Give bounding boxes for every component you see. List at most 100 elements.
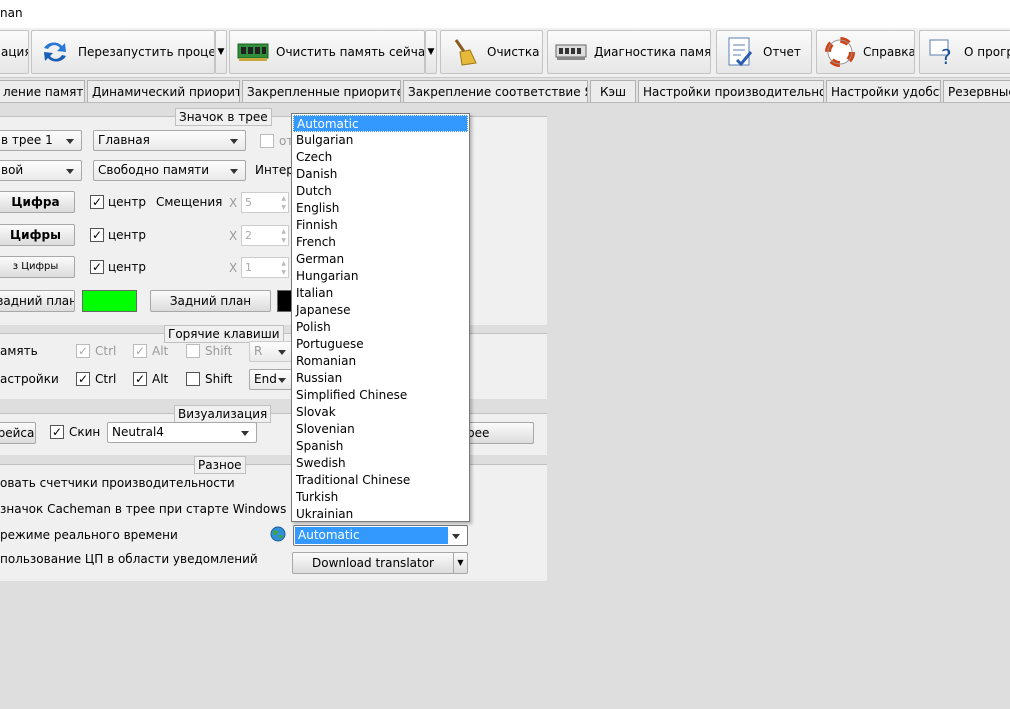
tray-metric-combo[interactable]: Свободно памяти	[93, 160, 246, 181]
language-option[interactable]: Russian	[293, 370, 468, 387]
offset-x-spinner-3[interactable]: 1	[241, 257, 289, 278]
language-option[interactable]: Simplified Chinese	[293, 387, 468, 404]
toolbar: ация Перезапустить процесс ▼ Очистить па…	[0, 28, 1010, 78]
about-button[interactable]: ? О програ	[919, 30, 1010, 74]
help-label: Справка	[863, 45, 915, 59]
language-option[interactable]: Bulgarian	[293, 132, 468, 149]
language-option[interactable]: English	[293, 200, 468, 217]
color-swatch-green[interactable]	[82, 290, 137, 312]
language-option[interactable]: Czech	[293, 149, 468, 166]
language-option[interactable]: Traditional Chinese	[293, 472, 468, 489]
tray-type-combo[interactable]: вой	[0, 160, 82, 181]
hotkey-ctrl-checkbox-2[interactable]: ✓	[76, 372, 90, 386]
background-button-1[interactable]: задний план	[0, 290, 75, 312]
hotkey-key-combo-2[interactable]: End	[249, 369, 294, 390]
color-swatch-black[interactable]	[277, 290, 292, 312]
language-option[interactable]: Hungarian	[293, 268, 468, 285]
tab-label: Настройки удобств	[831, 84, 940, 99]
hotkey-shift-label-1: Shift	[205, 344, 233, 358]
language-option[interactable]: Romanian	[293, 353, 468, 370]
digit-font-button-1[interactable]: Цифра	[0, 191, 75, 213]
download-translator-button[interactable]: Download translator ▼	[292, 552, 468, 574]
window-title: nan	[0, 6, 23, 20]
language-option[interactable]: Slovenian	[293, 421, 468, 438]
tab-label: Закрепление соответствие Ядра	[408, 84, 587, 99]
hotkey-label-memory: амять	[0, 344, 38, 358]
interval-label: Интер	[255, 163, 294, 177]
tab-dynamic-priority[interactable]: Динамический приоритет	[87, 80, 240, 102]
tab-cache[interactable]: Кэш	[590, 80, 636, 102]
tab-performance-settings[interactable]: Настройки производительности	[638, 80, 824, 102]
center-label-1: центр	[108, 195, 147, 209]
misc-option-tray-startup[interactable]: значок Cacheman в трее при старте Window…	[0, 502, 286, 516]
misc-option-cpu-usage[interactable]: пользование ЦП в области уведомлений	[0, 552, 258, 566]
button-label: з Цифры	[12, 261, 59, 272]
hotkey-shift-checkbox-2[interactable]	[186, 372, 200, 386]
hotkey-key-combo-1[interactable]: R	[249, 341, 294, 362]
chevron-down-icon[interactable]: ▼	[453, 553, 467, 573]
help-button[interactable]: Справка	[816, 30, 915, 74]
language-option[interactable]: Swedish	[293, 455, 468, 472]
center-checkbox-3[interactable]: ✓	[90, 260, 104, 274]
language-option[interactable]: Dutch	[293, 183, 468, 200]
cleanup-button[interactable]: Очистка	[440, 30, 543, 74]
lifebuoy-icon	[823, 35, 857, 69]
language-option[interactable]: French	[293, 234, 468, 251]
tab-core-affinity[interactable]: Закрепление соответствие Ядра	[403, 80, 588, 102]
language-option[interactable]: Finnish	[293, 217, 468, 234]
offset-x-spinner-1[interactable]: 5	[241, 192, 289, 213]
combo-value: Automatic	[295, 527, 448, 544]
hotkey-shift-checkbox-1[interactable]	[186, 344, 200, 358]
tray-settings-button[interactable]: рее	[464, 422, 534, 444]
interface-button[interactable]: рейса	[0, 422, 36, 444]
language-option[interactable]: Automatic	[293, 115, 468, 132]
clean-memory-now-button[interactable]: Очистить память сейчас!	[229, 30, 425, 74]
spinner-value: 2	[245, 229, 252, 242]
language-combo[interactable]: Automatic	[293, 525, 468, 546]
center-checkbox-2[interactable]: ✓	[90, 228, 104, 242]
tab-label: ление памятью	[3, 84, 84, 99]
offset-x-spinner-2[interactable]: 2	[241, 225, 289, 246]
tab-memory-management[interactable]: ление памятью	[0, 80, 85, 102]
tray-view-combo[interactable]: Главная	[93, 130, 246, 151]
language-option[interactable]: Spanish	[293, 438, 468, 455]
restart-process-button[interactable]: Перезапустить процесс	[31, 30, 215, 74]
tray-icon-combo[interactable]: в трее 1	[0, 130, 82, 151]
hotkey-label-settings: астройки	[0, 372, 59, 386]
hotkey-alt-checkbox-1[interactable]: ✓	[133, 344, 147, 358]
tab-convenience-settings[interactable]: Настройки удобств	[826, 80, 941, 102]
language-option[interactable]: Slovak	[293, 404, 468, 421]
digit-font-button-2[interactable]: Цифры	[0, 224, 75, 246]
language-option[interactable]: Danish	[293, 166, 468, 183]
skin-checkbox[interactable]: ✓	[50, 425, 64, 439]
memory-diagnostics-button[interactable]: Диагностика памяти	[547, 30, 711, 74]
svg-text:?: ?	[941, 45, 952, 67]
language-option[interactable]: Italian	[293, 285, 468, 302]
tab-fixed-priorities[interactable]: Закрепленные приоритеты	[242, 80, 401, 102]
hotkey-alt-checkbox-2[interactable]: ✓	[133, 372, 147, 386]
combo-value: вой	[1, 163, 24, 177]
hotkey-ctrl-checkbox-1[interactable]: ✓	[76, 344, 90, 358]
misc-option-perf-counters[interactable]: овать счетчики производительности	[0, 476, 235, 490]
center-checkbox-1[interactable]: ✓	[90, 195, 104, 209]
tray-option-checkbox[interactable]	[260, 134, 274, 148]
tab-backup[interactable]: Резервные	[943, 80, 1010, 102]
center-label-2: центр	[108, 228, 147, 242]
misc-option-realtime[interactable]: режиме реального времени	[0, 528, 178, 542]
language-option[interactable]: Portuguese	[293, 336, 468, 353]
digit-font-button-3[interactable]: з Цифры	[0, 256, 75, 278]
clean-memory-dropdown[interactable]: ▼	[425, 30, 437, 74]
background-button-2[interactable]: Задний план	[150, 290, 271, 312]
language-option[interactable]: Japanese	[293, 302, 468, 319]
toolbar-app-button[interactable]: ация	[0, 30, 29, 74]
restart-process-dropdown[interactable]: ▼	[215, 30, 227, 74]
memory-diagnostic-icon	[554, 35, 588, 69]
language-option[interactable]: German	[293, 251, 468, 268]
offsets-label: Смещения	[156, 195, 223, 209]
toolbar-app-label: ация	[1, 45, 29, 59]
skin-combo[interactable]: Neutral4	[107, 422, 257, 443]
language-option[interactable]: Ukrainian	[293, 506, 468, 523]
language-option[interactable]: Turkish	[293, 489, 468, 506]
language-option[interactable]: Polish	[293, 319, 468, 336]
report-button[interactable]: Отчет	[716, 30, 812, 74]
